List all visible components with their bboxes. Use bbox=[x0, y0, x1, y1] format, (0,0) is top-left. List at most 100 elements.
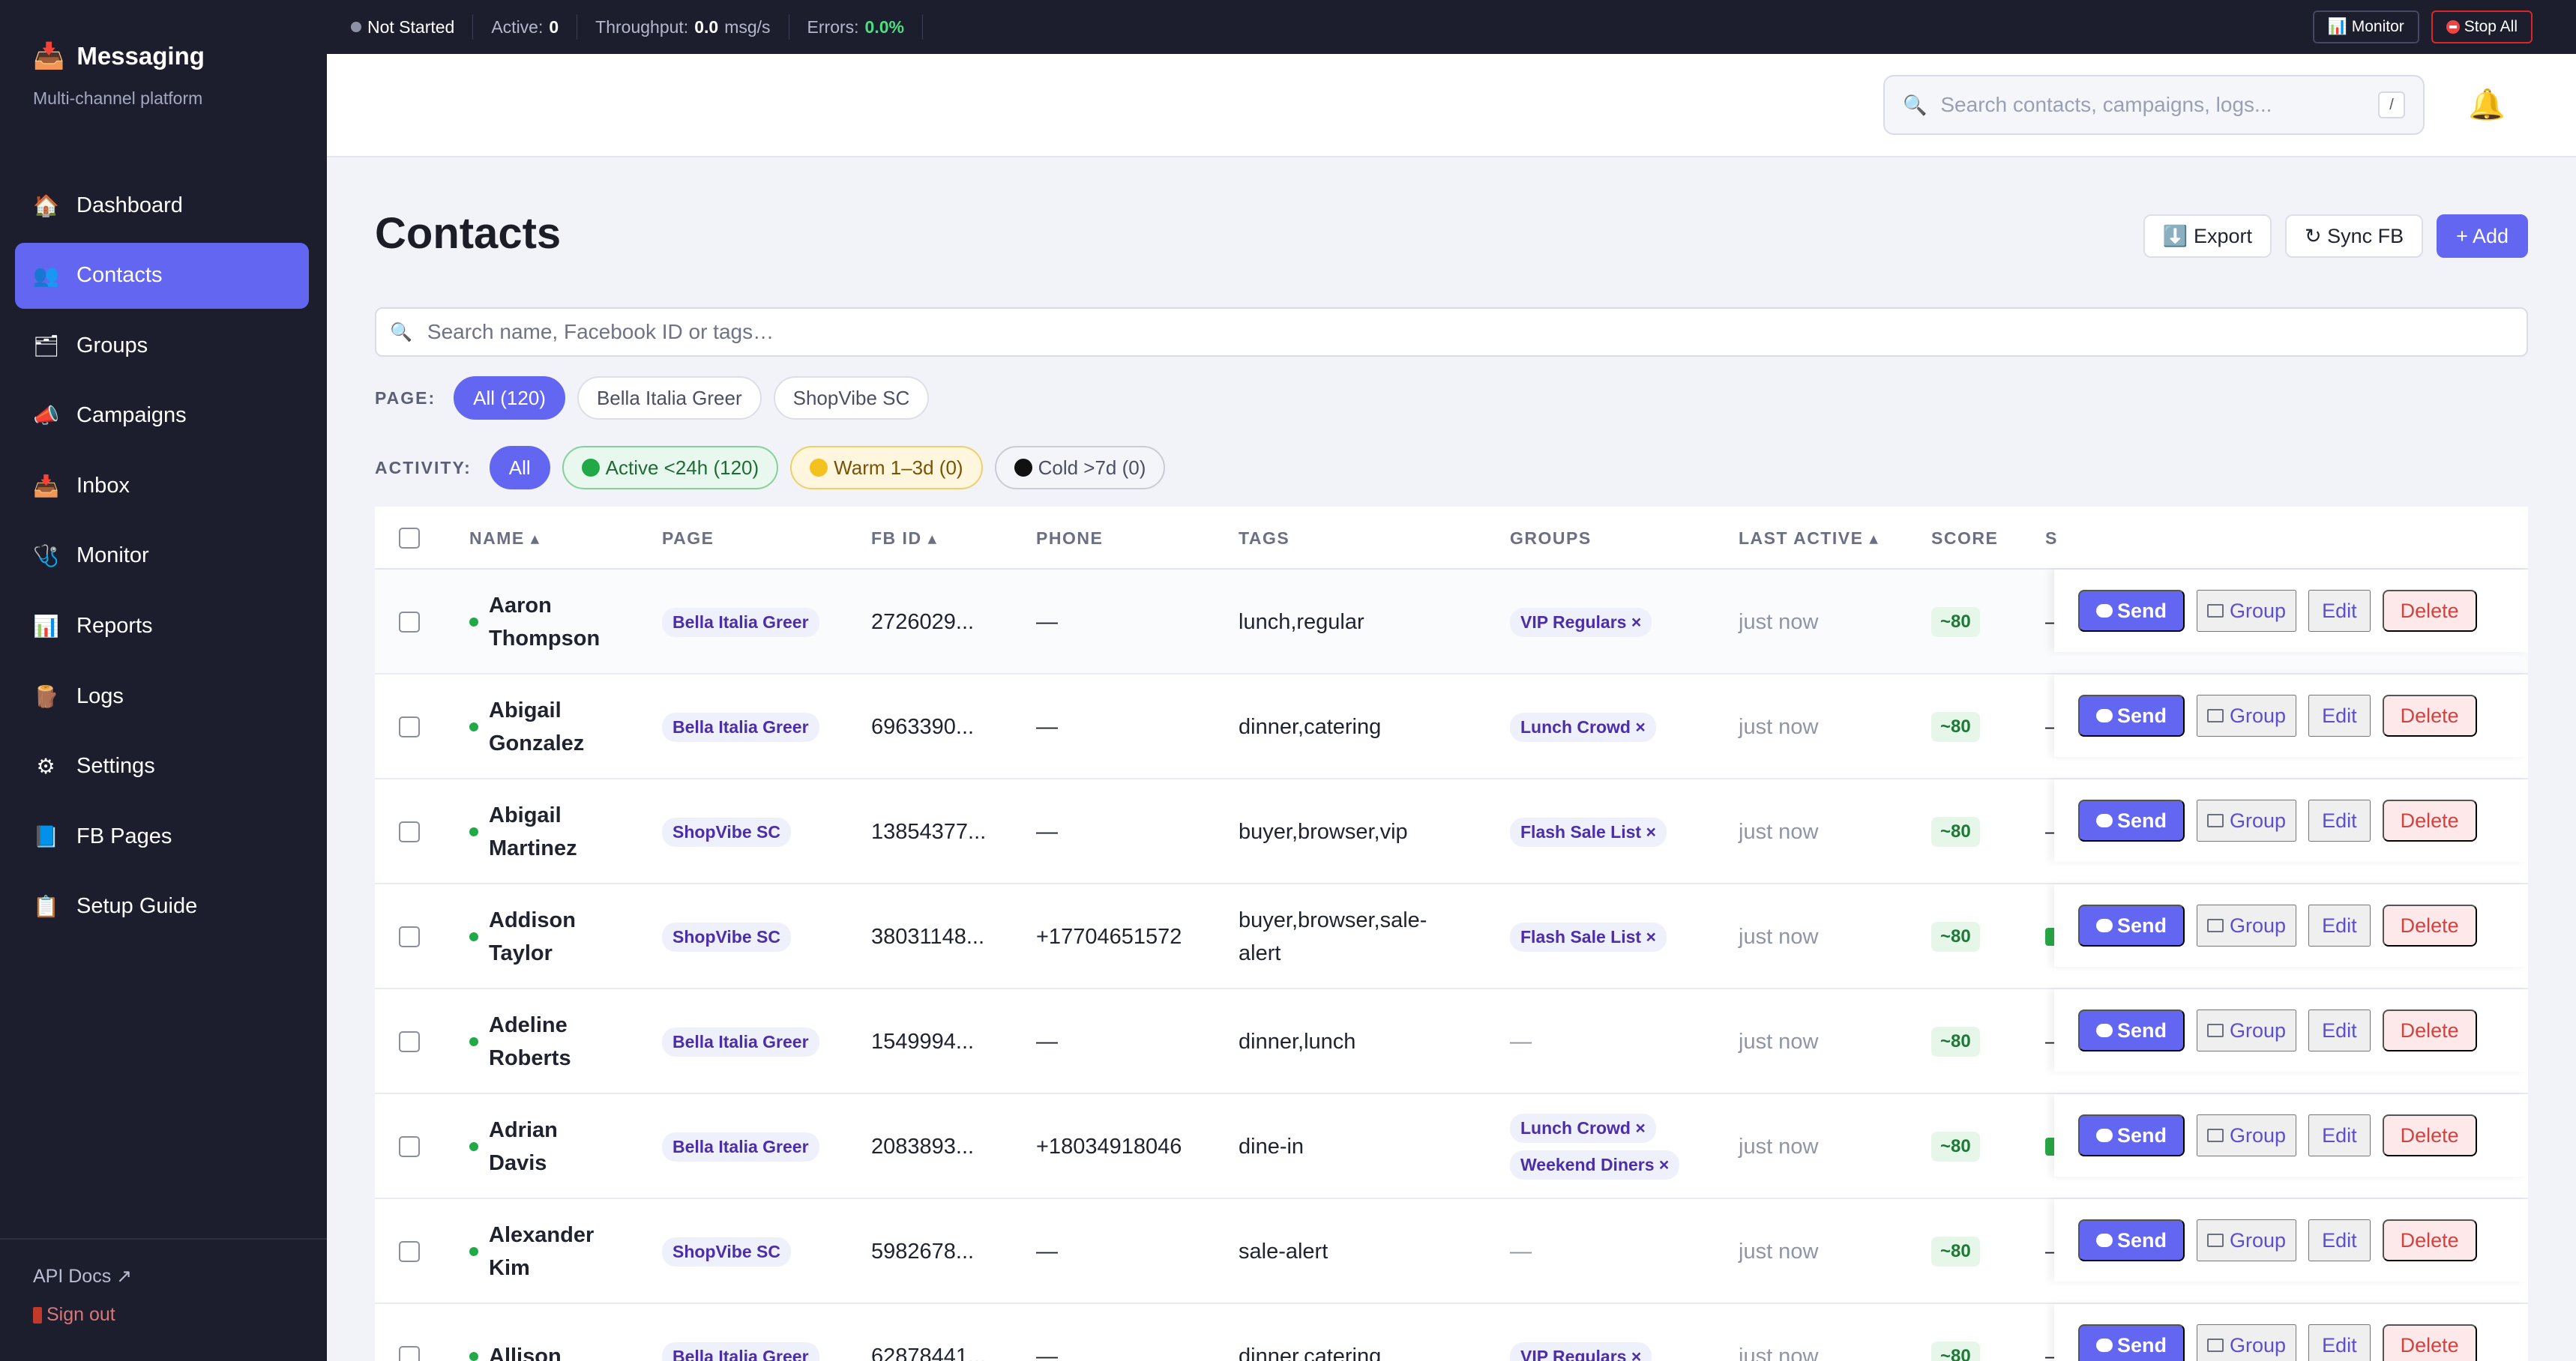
name-cell: Abigail Martinez bbox=[469, 779, 649, 884]
edit-button[interactable]: Edit bbox=[2308, 590, 2371, 632]
edit-button[interactable]: Edit bbox=[2308, 1219, 2371, 1261]
contact-name[interactable]: Adeline Roberts bbox=[489, 1009, 601, 1075]
online-dot-icon bbox=[469, 1037, 478, 1046]
activity-filter-cold[interactable]: Cold >7d (0) bbox=[994, 446, 1166, 489]
group-button[interactable]: Group bbox=[2197, 1324, 2297, 1361]
group-badge[interactable]: VIP Regulars × bbox=[1510, 1342, 1652, 1361]
bell-icon[interactable]: 🔔 bbox=[2468, 87, 2506, 122]
table-row: Alexander Kim ShopVibe SC 5982678... — sale-… bbox=[375, 1199, 2528, 1304]
row-checkbox[interactable] bbox=[399, 821, 420, 842]
last-active-cell: just now bbox=[1739, 779, 1919, 884]
delete-button[interactable]: Delete bbox=[2382, 1324, 2477, 1361]
groups-cell: — bbox=[1510, 1199, 1727, 1304]
global-search-input[interactable]: 🔍 Search contacts, campaigns, logs... / bbox=[1883, 75, 2425, 135]
stop-all-button[interactable]: Stop All bbox=[2431, 10, 2533, 43]
sidebar-item-dashboard[interactable]: 🏠 Dashboard bbox=[15, 172, 309, 238]
score-cell: ~80 bbox=[1931, 1304, 2036, 1361]
sidebar-item-reports[interactable]: 📊 Reports bbox=[15, 594, 309, 660]
contact-name[interactable]: Abigail Martinez bbox=[489, 799, 601, 865]
contact-name[interactable]: Alexander Kim bbox=[489, 1219, 601, 1285]
row-checkbox[interactable] bbox=[399, 926, 420, 947]
row-checkbox[interactable] bbox=[399, 716, 420, 737]
select-all-checkbox[interactable] bbox=[399, 528, 420, 549]
col-fbid[interactable]: FB ID ▴ bbox=[871, 507, 937, 570]
col-last-active[interactable]: LAST ACTIVE ▴ bbox=[1739, 507, 1879, 570]
sidebar-item-contacts[interactable]: 👥 Contacts bbox=[15, 242, 309, 309]
contact-search-input[interactable]: 🔍 Search name, Facebook ID or tags… bbox=[375, 307, 2528, 357]
delete-button[interactable]: Delete bbox=[2382, 905, 2477, 947]
page-filter-shopvibe[interactable]: ShopVibe SC bbox=[773, 376, 930, 420]
activity-filter-warm[interactable]: Warm 1–3d (0) bbox=[790, 446, 983, 489]
sign-out-link[interactable]: Sign out bbox=[33, 1304, 132, 1326]
edit-button[interactable]: Edit bbox=[2308, 1114, 2371, 1156]
group-button[interactable]: Group bbox=[2197, 590, 2297, 632]
col-name[interactable]: NAME ▴ bbox=[469, 507, 541, 570]
edit-button[interactable]: Edit bbox=[2308, 1010, 2371, 1051]
activity-filter-active[interactable]: Active <24h (120) bbox=[562, 446, 779, 489]
contact-name[interactable]: Addison Taylor bbox=[489, 904, 601, 970]
page-filter-all[interactable]: All (120) bbox=[454, 376, 565, 420]
sidebar-item-logs[interactable]: 🪵 Logs bbox=[15, 663, 309, 729]
phone-cell: — bbox=[1036, 989, 1224, 1094]
delete-button[interactable]: Delete bbox=[2382, 1114, 2477, 1156]
group-button[interactable]: Group bbox=[2197, 905, 2297, 947]
export-button[interactable]: ⬇️ Export bbox=[2143, 214, 2272, 258]
row-checkbox[interactable] bbox=[399, 612, 420, 633]
send-button[interactable]: Send bbox=[2078, 800, 2185, 842]
group-badge[interactable]: VIP Regulars × bbox=[1510, 607, 1652, 637]
edit-button[interactable]: Edit bbox=[2308, 1324, 2371, 1361]
add-contact-button[interactable]: + Add bbox=[2437, 214, 2528, 258]
edit-button[interactable]: Edit bbox=[2308, 905, 2371, 947]
group-button[interactable]: Group bbox=[2197, 1219, 2297, 1261]
send-button[interactable]: Send bbox=[2078, 1219, 2185, 1261]
sidebar-item-settings[interactable]: ⚙ Settings bbox=[15, 734, 309, 800]
score-badge: ~80 bbox=[1931, 1237, 1980, 1267]
sync-fb-button[interactable]: ↻ Sync FB bbox=[2285, 214, 2424, 258]
delete-button[interactable]: Delete bbox=[2382, 1010, 2477, 1051]
sidebar-item-campaigns[interactable]: 📣 Campaigns bbox=[15, 383, 309, 449]
contact-name[interactable]: Allison bbox=[489, 1340, 601, 1361]
page-badge: ShopVibe SC bbox=[662, 1237, 791, 1267]
group-badge[interactable]: Lunch Crowd × bbox=[1510, 712, 1656, 742]
fbid-value: 62878441... bbox=[871, 1344, 987, 1361]
send-button[interactable]: Send bbox=[2078, 1324, 2185, 1361]
send-button[interactable]: Send bbox=[2078, 1114, 2185, 1156]
group-badge[interactable]: Flash Sale List × bbox=[1510, 922, 1667, 952]
row-checkbox[interactable] bbox=[399, 1031, 420, 1052]
row-checkbox[interactable] bbox=[399, 1346, 420, 1361]
api-docs-link[interactable]: API Docs ↗ bbox=[33, 1265, 132, 1288]
contact-name[interactable]: Abigail Gonzalez bbox=[489, 694, 601, 760]
row-checkbox[interactable] bbox=[399, 1136, 420, 1157]
row-checkbox[interactable] bbox=[399, 1241, 420, 1262]
sidebar-item-fb-pages[interactable]: 📘 FB Pages bbox=[15, 803, 309, 869]
group-button[interactable]: Group bbox=[2197, 800, 2297, 842]
delete-button[interactable]: Delete bbox=[2382, 590, 2477, 632]
page-filter-bella-italia[interactable]: Bella Italia Greer bbox=[577, 376, 762, 420]
delete-button[interactable]: Delete bbox=[2382, 1219, 2477, 1261]
monitor-button[interactable]: 📊 Monitor bbox=[2312, 10, 2419, 43]
send-button[interactable]: Send bbox=[2078, 590, 2185, 632]
group-button[interactable]: Group bbox=[2197, 1114, 2297, 1156]
sidebar-item-setup-guide[interactable]: 📋 Setup Guide bbox=[15, 874, 309, 940]
contact-name[interactable]: Adrian Davis bbox=[489, 1114, 601, 1180]
sidebar-item-groups[interactable]: 🗂 Groups bbox=[15, 313, 309, 378]
activity-filter-all[interactable]: All bbox=[489, 446, 550, 489]
sidebar-item-monitor[interactable]: 🩺 Monitor bbox=[15, 523, 309, 589]
edit-button[interactable]: Edit bbox=[2308, 695, 2371, 737]
send-button[interactable]: Send bbox=[2078, 695, 2185, 737]
edit-button[interactable]: Edit bbox=[2308, 800, 2371, 842]
send-button[interactable]: Send bbox=[2078, 905, 2185, 947]
delete-button[interactable]: Delete bbox=[2382, 695, 2477, 737]
send-button[interactable]: Send bbox=[2078, 1010, 2185, 1051]
group-button[interactable]: Group bbox=[2197, 1010, 2297, 1051]
sidebar-item-inbox[interactable]: 📥 Inbox bbox=[15, 453, 309, 519]
delete-button[interactable]: Delete bbox=[2382, 800, 2477, 842]
contact-name[interactable]: Aaron Thompson bbox=[489, 589, 601, 655]
group-button[interactable]: Group bbox=[2197, 695, 2297, 737]
row-actions: Send Group Edit Delete bbox=[2054, 884, 2528, 967]
group-badge[interactable]: Flash Sale List × bbox=[1510, 817, 1667, 847]
group-badge[interactable]: Lunch Crowd × bbox=[1510, 1114, 1656, 1143]
score-cell: ~80 bbox=[1931, 884, 2036, 989]
groups-cell: Lunch Crowd × Weekend Diners × bbox=[1510, 1094, 1727, 1199]
group-badge[interactable]: Weekend Diners × bbox=[1510, 1150, 1680, 1180]
